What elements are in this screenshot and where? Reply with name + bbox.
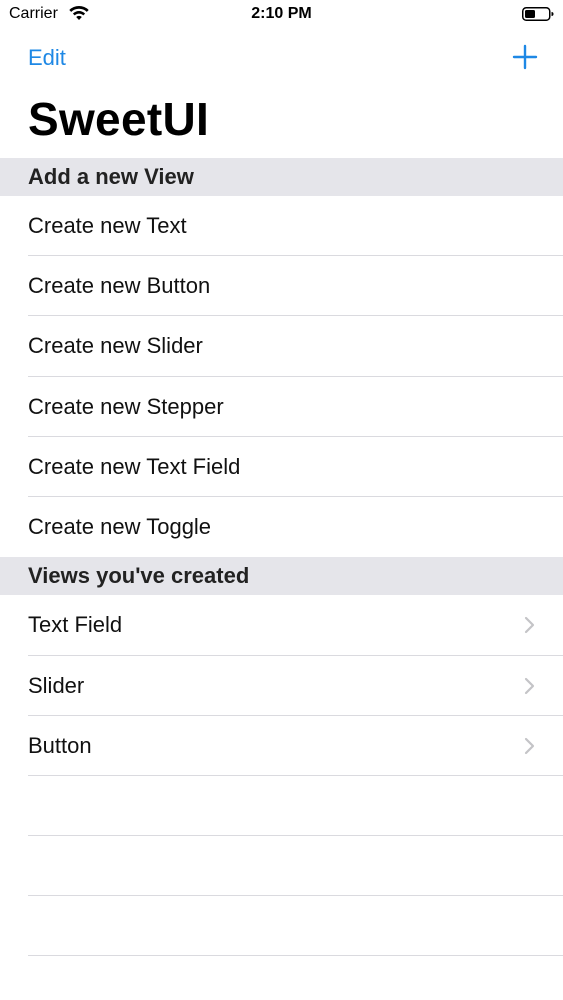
row-label: Create new Text [28,213,187,238]
create-text-row[interactable]: Create new Text [0,196,563,256]
edit-button[interactable]: Edit [28,45,66,71]
section-header-label: Views you've created [28,563,250,588]
create-text-field-row[interactable]: Create new Text Field [0,437,563,497]
empty-row-separator [28,895,563,896]
row-label: Text Field [28,612,123,637]
create-slider-row[interactable]: Create new Slider [0,316,563,376]
chevron-right-icon [524,737,535,755]
row-label: Create new Button [28,273,211,298]
plus-icon[interactable] [512,44,538,70]
chevron-right-icon [524,677,535,695]
section-header-label: Add a new View [28,164,194,189]
create-toggle-row[interactable]: Create new Toggle [0,497,563,557]
chevron-right-icon [524,616,535,634]
page-title: SweetUI [28,93,210,145]
row-label: Create new Stepper [28,394,224,419]
empty-row-separator [28,955,563,956]
battery-icon [522,7,554,21]
screen: Carrier 2:10 PM Edit SweetUI Add a new V… [0,0,563,1000]
created-text-field-row[interactable]: Text Field [0,595,563,655]
created-button-row[interactable]: Button [0,716,563,776]
row-label: Create new Toggle [28,514,212,539]
created-slider-row[interactable]: Slider [0,656,563,716]
section-header-add-view: Add a new View [0,158,563,196]
row-label: Button [28,733,92,758]
create-stepper-row[interactable]: Create new Stepper [0,377,563,437]
section-header-created-views: Views you've created [0,557,563,595]
row-label: Create new Slider [28,333,203,358]
empty-row-separator [28,835,563,836]
status-time: 2:10 PM [251,5,312,22]
row-separator [28,775,563,776]
row-label: Create new Text Field [28,454,241,479]
create-button-row[interactable]: Create new Button [0,256,563,316]
status-bar: Carrier 2:10 PM [0,0,563,30]
row-label: Slider [28,673,85,698]
